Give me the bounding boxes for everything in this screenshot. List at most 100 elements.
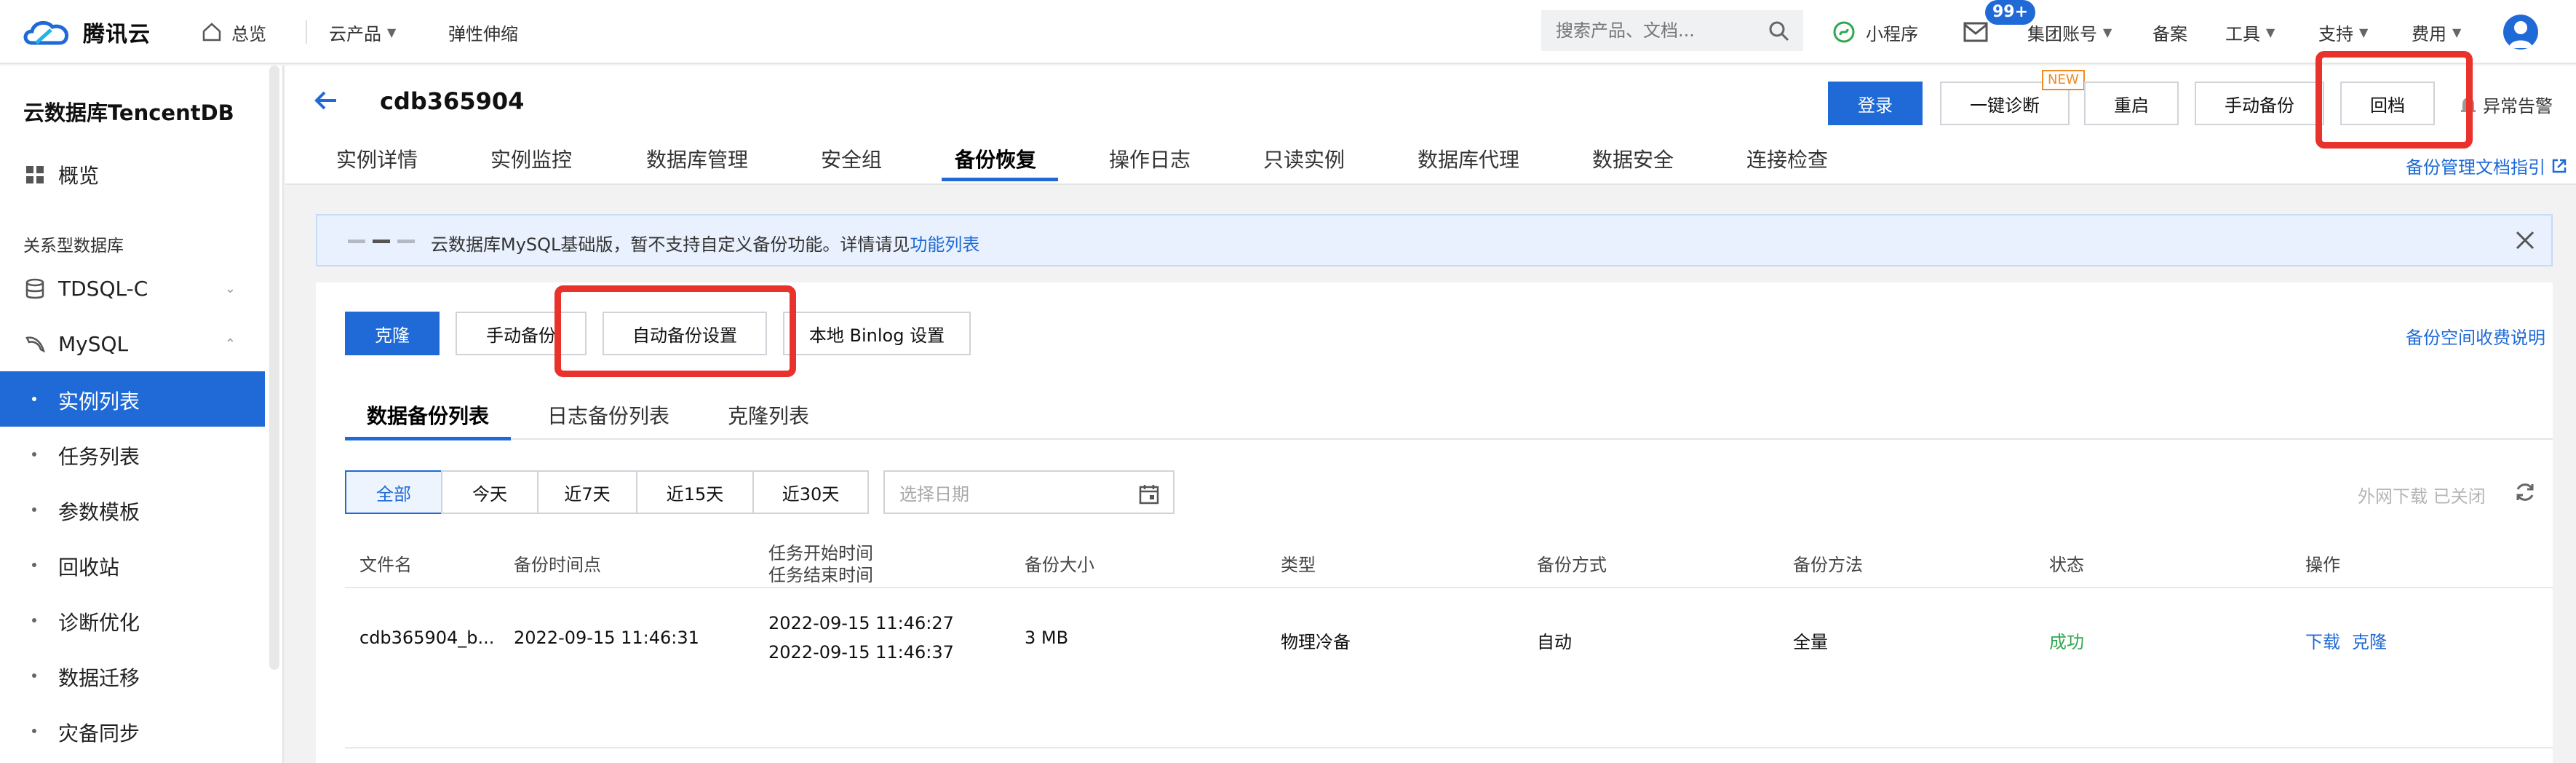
filter-today[interactable]: 今天	[441, 470, 538, 514]
download-link[interactable]: 下载	[2305, 628, 2340, 653]
mysql-icon	[25, 336, 45, 353]
mini-program-icon	[1833, 21, 1855, 43]
sidebar-item-tdsql[interactable]: TDSQL-C ⌄	[0, 261, 265, 316]
home-icon	[202, 23, 221, 41]
nav-group-account[interactable]: 集团账号 ▼	[2027, 19, 2112, 45]
alert-link[interactable]: 异常告警	[2460, 92, 2553, 117]
tab-data-security[interactable]: 数据安全	[1592, 144, 1674, 181]
tab-readonly[interactable]: 只读实例	[1263, 144, 1345, 181]
nav-mini-program[interactable]: 小程序	[1832, 19, 1918, 45]
nav-overview[interactable]: 总览	[201, 19, 266, 45]
backup-fee-link[interactable]: 备份空间收费说明	[2406, 323, 2545, 349]
nav-filing[interactable]: 备案	[2152, 19, 2187, 45]
nav-support-label: 支持	[2318, 23, 2353, 44]
restart-button[interactable]: 重启	[2084, 82, 2179, 125]
nav-billing[interactable]: 费用 ▼	[2412, 19, 2461, 45]
sidebar-sub-param-template[interactable]: 参数模板	[0, 482, 265, 537]
sidebar-scrollbar[interactable]	[269, 66, 279, 670]
cell-task-start: 2022-09-15 11:46:27	[768, 613, 954, 633]
back-arrow-icon[interactable]	[313, 87, 339, 114]
notice-text: 云数据库MySQL基础版，暂不支持自定义备份功能。详情请见	[431, 234, 910, 255]
col-header-size: 备份大小	[1025, 555, 1094, 575]
bullet	[32, 618, 36, 622]
tab-db-proxy[interactable]: 数据库代理	[1418, 144, 1519, 181]
filter-30d[interactable]: 近30天	[752, 470, 869, 514]
backup-doc-link-label: 备份管理文档指引	[2406, 157, 2545, 178]
table-header-divider	[345, 587, 2553, 588]
tab-monitor[interactable]: 实例监控	[490, 144, 572, 181]
chevron-up-icon: ⌃	[224, 336, 236, 352]
sidebar-sub-task-list[interactable]: 任务列表	[0, 427, 265, 482]
nav-tools-label: 工具	[2225, 23, 2260, 44]
manual-backup-button[interactable]: 手动备份	[2195, 82, 2324, 125]
subtab-data-backup[interactable]: 数据备份列表	[367, 400, 489, 430]
brand-name: 腾讯云	[83, 22, 151, 47]
nav-products[interactable]: 云产品 ▼	[329, 19, 396, 45]
tab-connection-check[interactable]: 连接检查	[1746, 144, 1828, 181]
search-input[interactable]	[1556, 20, 1767, 41]
login-button[interactable]: 登录	[1828, 82, 1923, 125]
user-avatar[interactable]	[2503, 15, 2538, 50]
cell-backup-time: 2022-09-15 11:46:31	[514, 628, 699, 648]
subtab-log-backup[interactable]: 日志备份列表	[547, 400, 669, 430]
backup-doc-link[interactable]: 备份管理文档指引	[2406, 153, 2567, 178]
calendar-icon	[1139, 485, 1159, 505]
search-box[interactable]	[1541, 10, 1803, 51]
filter-all[interactable]: 全部	[345, 470, 442, 514]
nav-elastic[interactable]: 弹性伸缩	[448, 19, 518, 45]
feature-list-link[interactable]: 功能列表	[910, 234, 979, 255]
nav-support[interactable]: 支持 ▼	[2318, 19, 2368, 45]
close-icon[interactable]	[2513, 229, 2537, 252]
sidebar-sub-diagnosis[interactable]: 诊断优化	[0, 593, 265, 648]
bullet	[32, 673, 36, 678]
nav-group-account-label: 集团账号	[2027, 23, 2097, 44]
brand[interactable]: 腾讯云	[22, 13, 151, 51]
subtab-clone-list[interactable]: 克隆列表	[728, 400, 809, 430]
grid-icon	[26, 166, 44, 183]
bullet	[32, 729, 36, 733]
sidebar-sub-label: 回收站	[58, 556, 120, 580]
date-picker[interactable]: 选择日期	[883, 470, 1174, 514]
chevron-down-icon: ⌄	[224, 280, 236, 296]
nav-messages[interactable]	[1963, 19, 1988, 45]
new-tag: NEW	[2042, 70, 2085, 90]
tab-instance-detail[interactable]: 实例详情	[336, 144, 418, 181]
col-header-status: 状态	[2049, 555, 2084, 575]
col-header-method: 备份方法	[1793, 555, 1863, 575]
clone-link[interactable]: 克隆	[2352, 628, 2387, 653]
col-header-type: 类型	[1281, 555, 1316, 575]
divider	[306, 20, 307, 44]
nav-overview-label: 总览	[231, 23, 266, 44]
sidebar-item-overview[interactable]: 概览	[0, 147, 265, 202]
nav-tools[interactable]: 工具 ▼	[2225, 19, 2275, 45]
tab-operation-log[interactable]: 操作日志	[1109, 144, 1190, 181]
clone-button[interactable]: 克隆	[345, 312, 440, 355]
tab-db-manage[interactable]: 数据库管理	[646, 144, 748, 181]
nav-billing-label: 费用	[2412, 23, 2446, 44]
sidebar-sub-label: 数据迁移	[58, 666, 140, 690]
filter-15d[interactable]: 近15天	[636, 470, 754, 514]
cell-size: 3 MB	[1025, 628, 1069, 648]
binlog-settings-button[interactable]: 本地 Binlog 设置	[783, 312, 971, 355]
sidebar-item-label: MySQL	[58, 331, 129, 356]
search-icon[interactable]	[1768, 20, 1790, 42]
cell-method: 全量	[1793, 632, 1828, 652]
refresh-icon[interactable]	[2513, 481, 2537, 504]
sidebar-item-label: 概览	[58, 164, 100, 188]
sidebar-sub-dr-sync[interactable]: 灾备同步	[0, 703, 265, 759]
tab-security-group[interactable]: 安全组	[821, 144, 882, 181]
cell-status: 成功	[2049, 632, 2084, 652]
active-tab-indicator	[942, 178, 1058, 181]
sidebar-sub-recycle-bin[interactable]: 回收站	[0, 537, 265, 593]
sidebar-title: 云数据库TencentDB	[23, 100, 234, 125]
notice-text-wrap: 云数据库MySQL基础版，暂不支持自定义备份功能。详情请见功能列表	[431, 230, 979, 256]
external-link-icon	[2552, 159, 2567, 173]
tab-backup-restore[interactable]: 备份恢复	[955, 144, 1036, 181]
sidebar-item-mysql[interactable]: MySQL ⌃	[0, 316, 265, 371]
sidebar-sub-label: 参数模板	[58, 500, 140, 524]
filter-7d[interactable]: 近7天	[537, 470, 637, 514]
sidebar-sub-migration[interactable]: 数据迁移	[0, 648, 265, 703]
external-download-status[interactable]: 外网下载 已关闭	[2358, 482, 2486, 507]
col-header-ops: 操作	[2305, 555, 2340, 575]
sidebar-sub-instance-list[interactable]: 实例列表	[0, 371, 265, 427]
